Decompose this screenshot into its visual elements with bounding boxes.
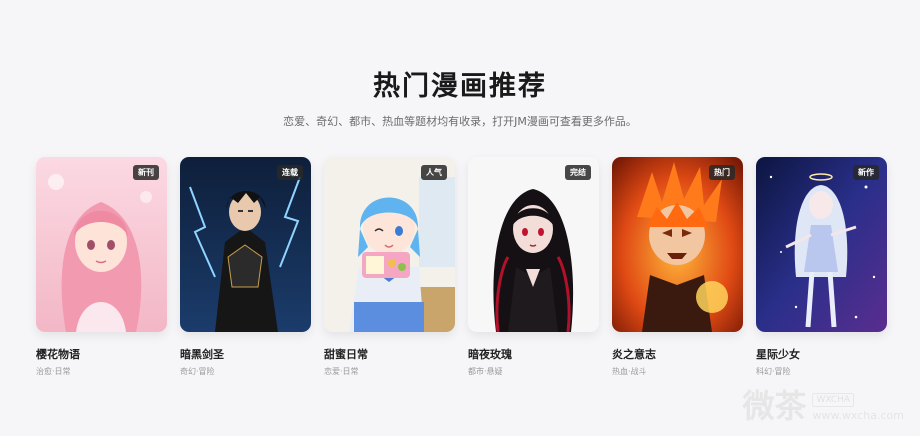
- status-badge: 新作: [853, 165, 879, 180]
- comic-cover[interactable]: 新作: [756, 157, 887, 332]
- comic-cover[interactable]: 热门: [612, 157, 743, 332]
- watermark: 微茶 WXCHA www.wxcha.com: [742, 390, 904, 422]
- comic-card[interactable]: 新作 星际少女 科幻·冒险: [756, 157, 887, 377]
- cover-illustration: [612, 157, 743, 332]
- status-badge: 热门: [709, 165, 735, 180]
- cover-illustration: [468, 157, 599, 332]
- cover-illustration: [180, 157, 311, 332]
- status-badge: 新刊: [133, 165, 159, 180]
- watermark-logo-text: 微茶: [742, 387, 807, 425]
- status-badge: 人气: [421, 165, 447, 180]
- comic-title[interactable]: 樱花物语: [36, 346, 167, 362]
- comic-cover[interactable]: 连载: [180, 157, 311, 332]
- section-subtitle: 恋爱、奇幻、都市、热血等题材均有收录，打开JM漫画可查看更多作品。: [283, 115, 637, 128]
- comic-cover[interactable]: 完结: [468, 157, 599, 332]
- comic-tags: 奇幻·冒险: [180, 367, 215, 376]
- comic-card[interactable]: 连载 暗黑剑圣 奇幻·冒险: [180, 157, 311, 377]
- watermark-url: www.wxcha.com: [812, 409, 904, 422]
- comic-card[interactable]: 新刊 樱花物语 治愈·日常: [36, 157, 167, 377]
- comic-title[interactable]: 星际少女: [756, 346, 887, 362]
- comic-card[interactable]: 热门 炎之意志 热血·战斗: [612, 157, 743, 377]
- comic-cover[interactable]: 新刊: [36, 157, 167, 332]
- comic-card[interactable]: 完结 暗夜玫瑰 都市·悬疑: [468, 157, 599, 377]
- comic-grid: 新刊 樱花物语 治愈·日常 连载 暗黑剑圣 奇幻·冒险 人气 甜蜜日常 恋爱·日…: [36, 157, 887, 377]
- cover-illustration: [324, 157, 455, 332]
- comic-card[interactable]: 人气 甜蜜日常 恋爱·日常: [324, 157, 455, 377]
- watermark-en: WXCHA: [812, 393, 855, 407]
- section-title: 热门漫画推荐: [373, 71, 547, 102]
- cover-illustration: [36, 157, 167, 332]
- cover-illustration: [756, 157, 887, 332]
- comic-title[interactable]: 暗夜玫瑰: [468, 346, 599, 362]
- comic-cover[interactable]: 人气: [324, 157, 455, 332]
- status-badge: 完结: [565, 165, 591, 180]
- comic-tags: 恋爱·日常: [324, 367, 359, 376]
- watermark-side: WXCHA www.wxcha.com: [812, 393, 904, 422]
- comic-title[interactable]: 暗黑剑圣: [180, 346, 311, 362]
- comic-tags: 都市·悬疑: [468, 367, 503, 376]
- comic-tags: 治愈·日常: [36, 367, 71, 376]
- comic-title[interactable]: 甜蜜日常: [324, 346, 455, 362]
- comic-title[interactable]: 炎之意志: [612, 346, 743, 362]
- comic-tags: 科幻·冒险: [756, 367, 791, 376]
- comic-tags: 热血·战斗: [612, 367, 647, 376]
- status-badge: 连载: [277, 165, 303, 180]
